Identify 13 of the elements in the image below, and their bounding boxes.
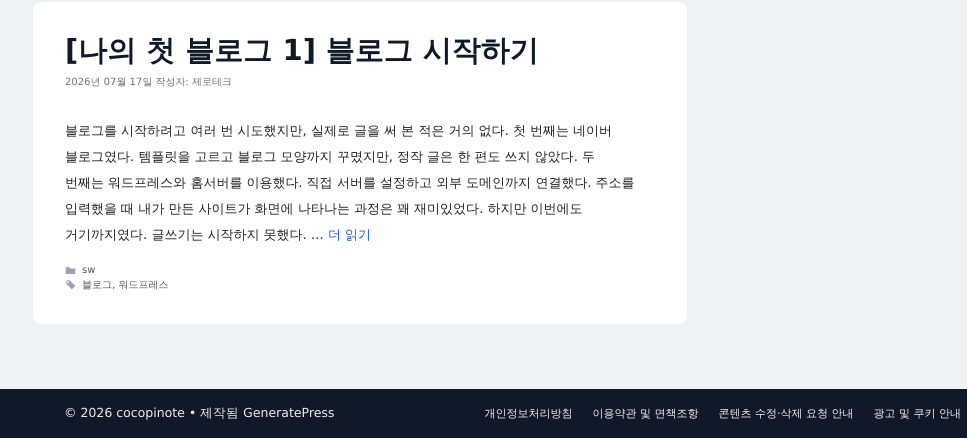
tag-list: 블로그, 워드프레스 [82, 278, 168, 292]
folder-icon [65, 264, 76, 276]
footer-link[interactable]: 개인정보처리방침 [484, 406, 572, 421]
footer-link[interactable]: 광고 및 쿠키 안내 [874, 406, 961, 421]
category-link[interactable]: sw [82, 264, 96, 276]
post-meta: 2026년 07월 17일 작성자: 제로테크 [65, 76, 233, 89]
footer-link[interactable]: 콘텐츠 수정·삭제 요청 안내 [718, 406, 854, 421]
read-more-link[interactable]: 더 읽기 [328, 228, 372, 243]
footer-link[interactable]: 이용약관 및 면책조항 [592, 406, 698, 421]
tag-icon [65, 279, 76, 290]
post-excerpt: 블로그를 시작하려고 여러 번 시도했지만, 실제로 글을 써 본 적은 거의 없다. 첫 번째는 네이버 블로그였다. 템플릿을 고르고 블로그 모양까지 꾸몄지만, 정작 글은 한 편도 쓰지 않았다. 두 번째는 워드프레스와 홈서버를 이용했다. 직접 서버를 설정하고 외부 도메인까지 연결했다. 주소를 입력했을 때 내가 만든 사이트가 화면에 나타나는 과정은 꽤 재미있었다. 하지만 이번에도 거기까지였다. 글쓰기는 시작하지 못했다. … 더 읽기 [65, 122, 635, 245]
post-title[interactable]: [나의 첫 블로그 1] 블로그 시작하기 [65, 32, 657, 70]
copyright-text: © 2026 cocopinote • 제작됨 GeneratePress [64, 405, 334, 422]
